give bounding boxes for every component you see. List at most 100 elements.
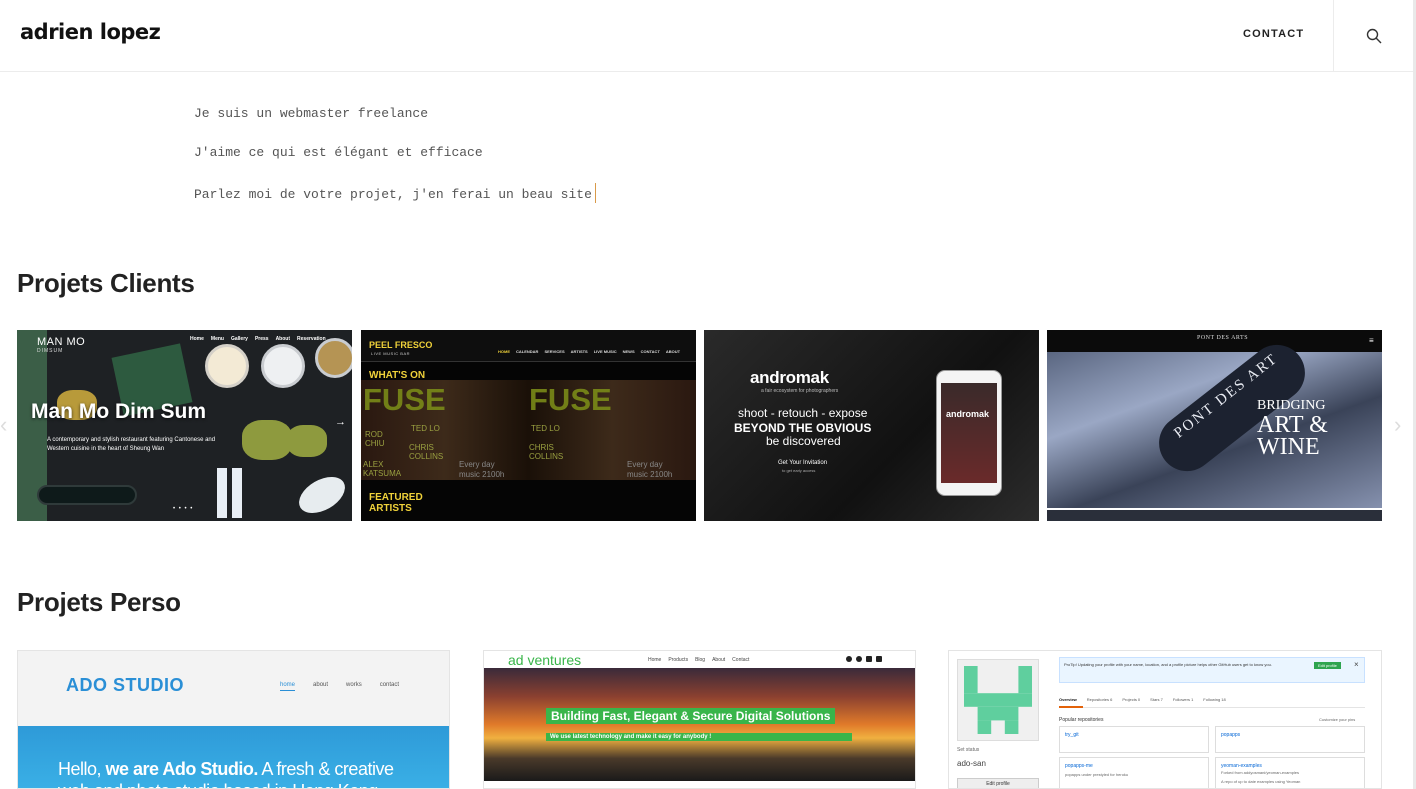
github-repo-desc-extra: A repo of up to date examples using Yeom…: [1221, 779, 1301, 784]
peel-nav-item: LIVE MUSIC: [593, 349, 617, 354]
facebook-icon[interactable]: [876, 656, 882, 662]
man-mo-sub-brand: DIMSUM: [37, 348, 64, 354]
ado-hero-a: Hello,: [58, 759, 106, 779]
intro-line-1: Je suis un webmaster freelance: [194, 106, 429, 121]
github-username: ado-san: [957, 759, 986, 768]
client-card-man-mo[interactable]: MAN MO DIMSUM Home Menu Gallery Press Ab…: [17, 330, 352, 521]
identicon-icon: [964, 666, 1032, 734]
github-tab-overview[interactable]: Overview: [1059, 697, 1077, 702]
card-deco: [242, 420, 292, 460]
peel-name-ted: TED LO: [411, 424, 440, 433]
adv-nav-item: Blog: [695, 657, 706, 663]
instagram-icon[interactable]: [866, 656, 872, 662]
github-status[interactable]: Set status: [957, 747, 979, 753]
andromak-phone: andromak: [936, 370, 1002, 496]
github-repo-name: popapps: [1221, 732, 1241, 738]
pont-footer: [1047, 510, 1382, 521]
client-card-andromak[interactable]: andromak a fair ecosystem for photograph…: [704, 330, 1039, 521]
github-tab-projects[interactable]: Projects 0: [1122, 697, 1140, 702]
andromak-cta-sub: to get early access: [782, 468, 816, 473]
man-mo-next-arrow: →: [335, 416, 346, 428]
site-header: adrien lopez CONTACT: [0, 0, 1413, 72]
carousel-next-arrow[interactable]: ›: [1394, 412, 1401, 438]
nav-contact-link[interactable]: CONTACT: [1243, 28, 1304, 40]
close-icon[interactable]: ×: [1354, 660, 1359, 669]
card-deco: [217, 468, 227, 518]
andromak-line-1: shoot - retouch - expose: [738, 406, 868, 420]
andromak-logo: andromak: [750, 368, 829, 387]
card-deco: [287, 425, 327, 457]
man-mo-nav-item: Home: [190, 336, 204, 342]
perso-card-ado-studio[interactable]: ADO STUDIO home about works contact Hell…: [17, 650, 450, 789]
adv-subline: We use latest technology and make it eas…: [546, 733, 852, 741]
intro-line-3: Parlez moi de votre projet, j'en ferai u…: [194, 183, 596, 222]
github-tab-stars[interactable]: Stars 7: [1150, 697, 1163, 702]
ado-nav-item: home: [280, 682, 296, 691]
man-mo-tagline: A contemporary and stylish restaurant fe…: [47, 437, 216, 452]
perso-card-github[interactable]: Set status ado-san Edit profile ProTip! …: [948, 650, 1382, 789]
github-icon[interactable]: [846, 656, 852, 662]
man-mo-nav-item: Gallery: [230, 336, 248, 342]
github-tab-following[interactable]: Following 18: [1203, 697, 1225, 702]
peel-nav-item: NEWS: [622, 349, 635, 354]
andromak-phone-screen: [941, 383, 997, 483]
search-button[interactable]: [1360, 22, 1388, 50]
card-deco: [205, 344, 249, 388]
andromak-phone-logo: andromak: [946, 409, 990, 419]
peel-schedule: Every day music 2100h: [459, 460, 505, 479]
twitter-icon[interactable]: [856, 656, 862, 662]
peel-name-alex: ALEX KATSUMA: [363, 460, 402, 478]
pont-header: [1047, 330, 1382, 352]
peel-nav-item: CALENDAR: [516, 349, 539, 354]
github-tab-divider: [1059, 707, 1365, 708]
github-customize-pins[interactable]: Customize your pins: [1319, 717, 1355, 722]
client-card-peel-fresco[interactable]: PEEL FRESCO LIVE MUSIC BAR HOME CALENDAR…: [361, 330, 696, 521]
man-mo-nav-item: About: [275, 336, 291, 342]
github-repo-desc: popapps under prestyled for heroku: [1065, 772, 1129, 777]
ado-nav-item: about: [313, 682, 329, 688]
pont-top-brand: PONT DES ARTS: [1197, 335, 1249, 341]
site-logo[interactable]: adrien lopez: [20, 20, 161, 44]
peel-whats-on: WHAT'S ON: [369, 370, 426, 381]
github-protip-edit-button[interactable]: Edit profile: [1314, 662, 1341, 669]
card-deco: [232, 468, 242, 518]
github-repo-name: try_git: [1065, 732, 1079, 738]
github-repo-card[interactable]: popapps: [1215, 726, 1365, 753]
github-avatar: [957, 659, 1039, 741]
github-tab-followers[interactable]: Followers 1: [1173, 697, 1193, 702]
peel-brand-sub: LIVE MUSIC BAR: [371, 351, 411, 356]
ado-nav: home about works contact: [280, 682, 399, 691]
man-mo-nav-item: Press: [254, 336, 269, 342]
github-repo-card[interactable]: try_git: [1059, 726, 1209, 753]
github-repo-card[interactable]: yeoman-examples Forked from addyosmani/y…: [1215, 757, 1365, 788]
carousel-prev-arrow[interactable]: ‹: [0, 412, 7, 438]
andromak-subtitle: a fair ecosystem for photographers: [761, 388, 839, 394]
man-mo-nav-item: Reservation: [297, 336, 326, 342]
andromak-line-2: BEYOND THE OBVIOUS: [734, 421, 872, 435]
github-tab-repositories[interactable]: Repositories 6: [1087, 697, 1113, 702]
peel-nav-item: SERVICES: [544, 349, 565, 354]
peel-nav-item: ABOUT: [665, 349, 681, 354]
github-popular-title: Popular repositories: [1059, 717, 1104, 723]
client-card-pont-des-arts[interactable]: PONT DES ARTS ≡ PONT DES ART BRIDGING AR…: [1047, 330, 1382, 521]
typing-cursor: [594, 183, 596, 203]
peel-fuse-1: FUSE: [363, 382, 446, 417]
pont-menu-icon[interactable]: ≡: [1369, 336, 1374, 345]
man-mo-title: Man Mo Dim Sum: [31, 400, 207, 423]
github-repo-card[interactable]: popapps-me popapps under prestyled for h…: [1059, 757, 1209, 788]
ado-hero-b: we are Ado Studio.: [105, 759, 259, 779]
ado-hero-c: A fresh & creative: [257, 759, 394, 779]
intro-line-3-text: Parlez moi de votre projet, j'en ferai u…: [194, 187, 592, 202]
adv-nav-item: Home: [648, 657, 662, 663]
github-edit-profile-button[interactable]: Edit profile: [957, 778, 1039, 788]
andromak-cta[interactable]: Get Your Invitation: [778, 460, 827, 466]
ado-hero-d: web and photo studio based in Hong Kong: [58, 781, 378, 788]
adv-headline: Building Fast, Elegant & Secure Digital …: [546, 708, 836, 724]
perso-card-ad-ventures[interactable]: ad ventures Home Products Blog About Con…: [483, 650, 916, 789]
man-mo-nav: Home Menu Gallery Press About Reservatio…: [190, 336, 326, 342]
peel-featured: FEATURED ARTISTS: [369, 492, 423, 514]
peel-nav-item: ARTISTS: [570, 349, 588, 354]
adv-nav: Home Products Blog About Contact: [648, 657, 749, 663]
section-title-perso: Projets Perso: [17, 587, 181, 617]
adv-nav-item: Products: [668, 657, 689, 663]
